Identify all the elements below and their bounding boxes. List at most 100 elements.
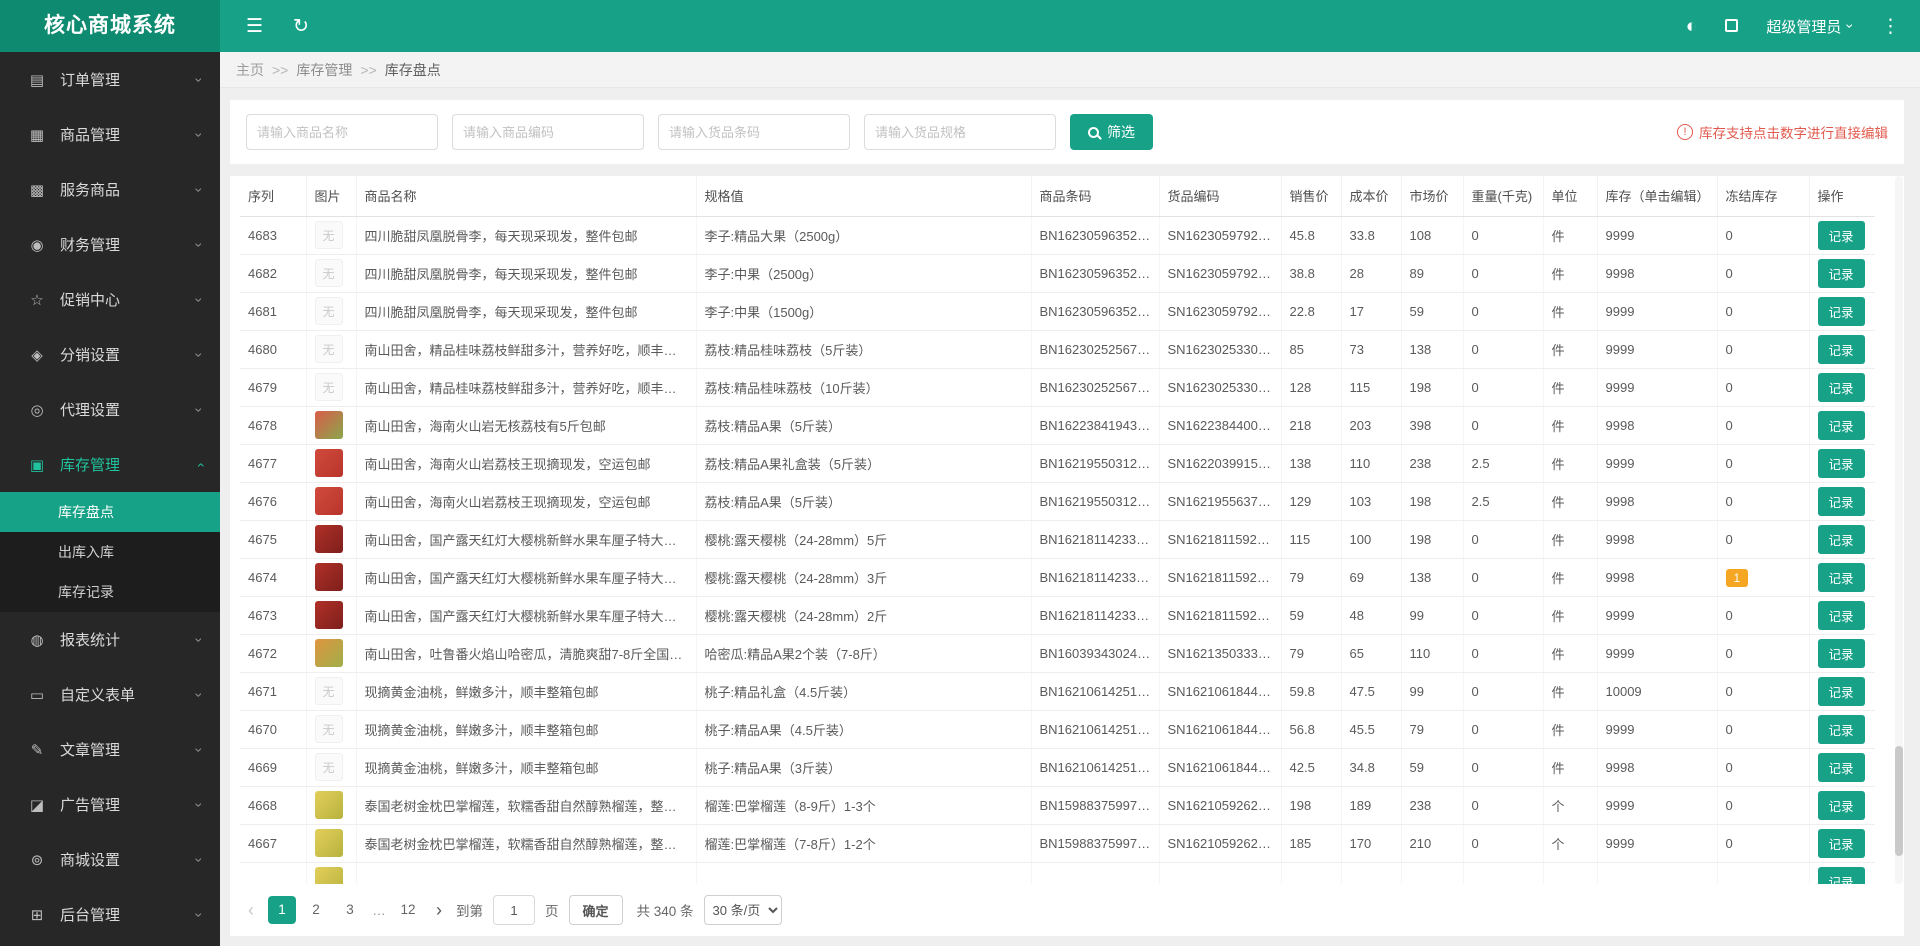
record-button[interactable]: 记录	[1817, 866, 1865, 884]
sidebar-subitem-inventory-check[interactable]: 库存盘点	[0, 492, 220, 532]
chevron-down-icon: ›	[191, 77, 208, 82]
sidebar-item-custom-forms[interactable]: ▭ 自定义表单 ›	[0, 667, 220, 722]
stock-value[interactable]: 9999	[1606, 608, 1635, 623]
cell-stock: 9999	[1597, 216, 1718, 255]
sidebar-item-articles[interactable]: ✎ 文章管理 ›	[0, 722, 220, 777]
product-thumbnail[interactable]	[314, 487, 343, 515]
table-scrollbar[interactable]	[1895, 176, 1903, 884]
cell-name: 南山田舍，国产露天红灯大樱桃新鲜水果车厘子特大顺丰...	[356, 558, 697, 597]
cell-name: 南山田舍，海南火山岩荔枝王现摘现发，空运包邮	[356, 482, 697, 521]
user-menu[interactable]: 超级管理员 ›	[1766, 16, 1858, 37]
cell-spec: 桃子:精品A果（4.5斤装）	[696, 710, 1032, 749]
product-thumbnail[interactable]	[314, 829, 343, 857]
record-button[interactable]: 记录	[1817, 638, 1865, 668]
sidebar-item-inventory[interactable]: ▣ 库存管理 ›	[0, 437, 220, 492]
sidebar-item-mall-settings[interactable]: ⊚ 商城设置 ›	[0, 832, 220, 887]
stock-value[interactable]: 9999	[1606, 228, 1635, 243]
stock-value[interactable]: 9999	[1606, 380, 1635, 395]
next-page-button[interactable]: ›	[432, 901, 446, 919]
page-button-2[interactable]: 2	[302, 896, 330, 924]
product-thumbnail[interactable]	[314, 867, 343, 884]
sidebar-toggle-icon[interactable]: ☰	[246, 17, 263, 36]
sidebar-item-label: 服务商品	[60, 182, 121, 199]
product-thumbnail[interactable]	[314, 791, 343, 819]
cell-image	[306, 482, 357, 521]
column-header: 操作	[1809, 176, 1875, 217]
sidebar-item-finance[interactable]: ◉ 财务管理 ›	[0, 217, 220, 272]
record-button[interactable]: 记录	[1817, 220, 1865, 250]
page-button-1[interactable]: 1	[268, 896, 296, 924]
record-button[interactable]: 记录	[1817, 410, 1865, 440]
cell-weight: 0	[1463, 672, 1544, 711]
record-button[interactable]: 记录	[1817, 600, 1865, 630]
stock-value[interactable]: 9999	[1606, 304, 1635, 319]
record-button[interactable]: 记录	[1817, 752, 1865, 782]
product-name-input[interactable]	[246, 114, 438, 150]
sidebar-item-order[interactable]: ▤ 订单管理 ›	[0, 52, 220, 107]
fullscreen-icon[interactable]	[1725, 17, 1739, 36]
record-button[interactable]: 记录	[1817, 714, 1865, 744]
product-thumbnail[interactable]	[314, 411, 343, 439]
filter-button[interactable]: 筛选	[1070, 114, 1153, 150]
sidebar-subitem-inventory-records[interactable]: 库存记录	[0, 572, 220, 612]
stock-value[interactable]: 9998	[1606, 760, 1635, 775]
record-button[interactable]: 记录	[1817, 334, 1865, 364]
sidebar-item-service-goods[interactable]: ▩ 服务商品 ›	[0, 162, 220, 217]
breadcrumb-item[interactable]: 库存管理	[296, 62, 352, 78]
stock-value[interactable]: 10009	[1606, 684, 1642, 699]
stock-value[interactable]: 9999	[1606, 456, 1635, 471]
record-button[interactable]: 记录	[1817, 448, 1865, 478]
scrollbar-thumb[interactable]	[1895, 746, 1903, 856]
cell-action: 记录	[1809, 672, 1875, 711]
record-button[interactable]: 记录	[1817, 486, 1865, 516]
breadcrumb-item[interactable]: 主页	[236, 62, 264, 78]
product-code-input[interactable]	[452, 114, 644, 150]
cell-action: 记录	[1809, 520, 1875, 559]
record-button[interactable]: 记录	[1817, 562, 1865, 592]
product-thumbnail[interactable]	[314, 601, 343, 629]
stock-value[interactable]: 9998	[1606, 494, 1635, 509]
more-options-icon[interactable]: ⋮	[1881, 17, 1900, 36]
record-button[interactable]: 记录	[1817, 372, 1865, 402]
goods-spec-input[interactable]	[864, 114, 1056, 150]
product-thumbnail[interactable]	[314, 639, 343, 667]
page-size-select[interactable]: 30 条/页	[703, 895, 782, 925]
stock-value[interactable]: 9999	[1606, 836, 1635, 851]
sidebar-item-reports[interactable]: ◍ 报表统计 ›	[0, 612, 220, 667]
refresh-icon[interactable]: ↻	[293, 17, 309, 36]
goods-barcode-input[interactable]	[658, 114, 850, 150]
record-button[interactable]: 记录	[1817, 296, 1865, 326]
confirm-button[interactable]: 确定	[568, 895, 623, 925]
sidebar-item-agent[interactable]: ◎ 代理设置 ›	[0, 382, 220, 437]
page-button-3[interactable]: 3	[336, 896, 364, 924]
sidebar-item-ads[interactable]: ◪ 广告管理 ›	[0, 777, 220, 832]
stock-value[interactable]: 9998	[1606, 418, 1635, 433]
product-thumbnail[interactable]	[314, 449, 343, 477]
record-button[interactable]: 记录	[1817, 828, 1865, 858]
record-button[interactable]: 记录	[1817, 258, 1865, 288]
sidebar-item-distribution[interactable]: ◈ 分销设置 ›	[0, 327, 220, 382]
product-thumbnail[interactable]	[314, 525, 343, 553]
sidebar-item-promotion[interactable]: ☆ 促销中心 ›	[0, 272, 220, 327]
stock-value[interactable]: 9998	[1606, 570, 1635, 585]
breadcrumb-item[interactable]: 库存盘点	[385, 62, 441, 78]
stock-value[interactable]: 9999	[1606, 798, 1635, 813]
record-button[interactable]: 记录	[1817, 790, 1865, 820]
sidebar-item-goods[interactable]: ▦ 商品管理 ›	[0, 107, 220, 162]
sidebar-subitem-stock-in-out[interactable]: 出库入库	[0, 532, 220, 572]
stock-value[interactable]: 9998	[1606, 532, 1635, 547]
record-button[interactable]: 记录	[1817, 676, 1865, 706]
goto-page-input[interactable]	[493, 895, 535, 925]
sidebar-item-admin[interactable]: ⊞ 后台管理 ›	[0, 887, 220, 942]
stock-value[interactable]: 9999	[1606, 722, 1635, 737]
column-header: 商品名称	[356, 176, 697, 217]
stock-value[interactable]: 9999	[1606, 646, 1635, 661]
cell-name: 现摘黄金油桃，鲜嫩多汁，顺丰整箱包邮	[356, 748, 697, 787]
product-thumbnail[interactable]	[314, 563, 343, 591]
stock-value[interactable]: 9999	[1606, 342, 1635, 357]
theme-icon[interactable]: ◐	[1686, 17, 1697, 36]
prev-page-button[interactable]: ‹	[244, 901, 258, 919]
stock-value[interactable]: 9998	[1606, 266, 1635, 281]
record-button[interactable]: 记录	[1817, 524, 1865, 554]
page-button-12[interactable]: 12	[394, 896, 422, 924]
